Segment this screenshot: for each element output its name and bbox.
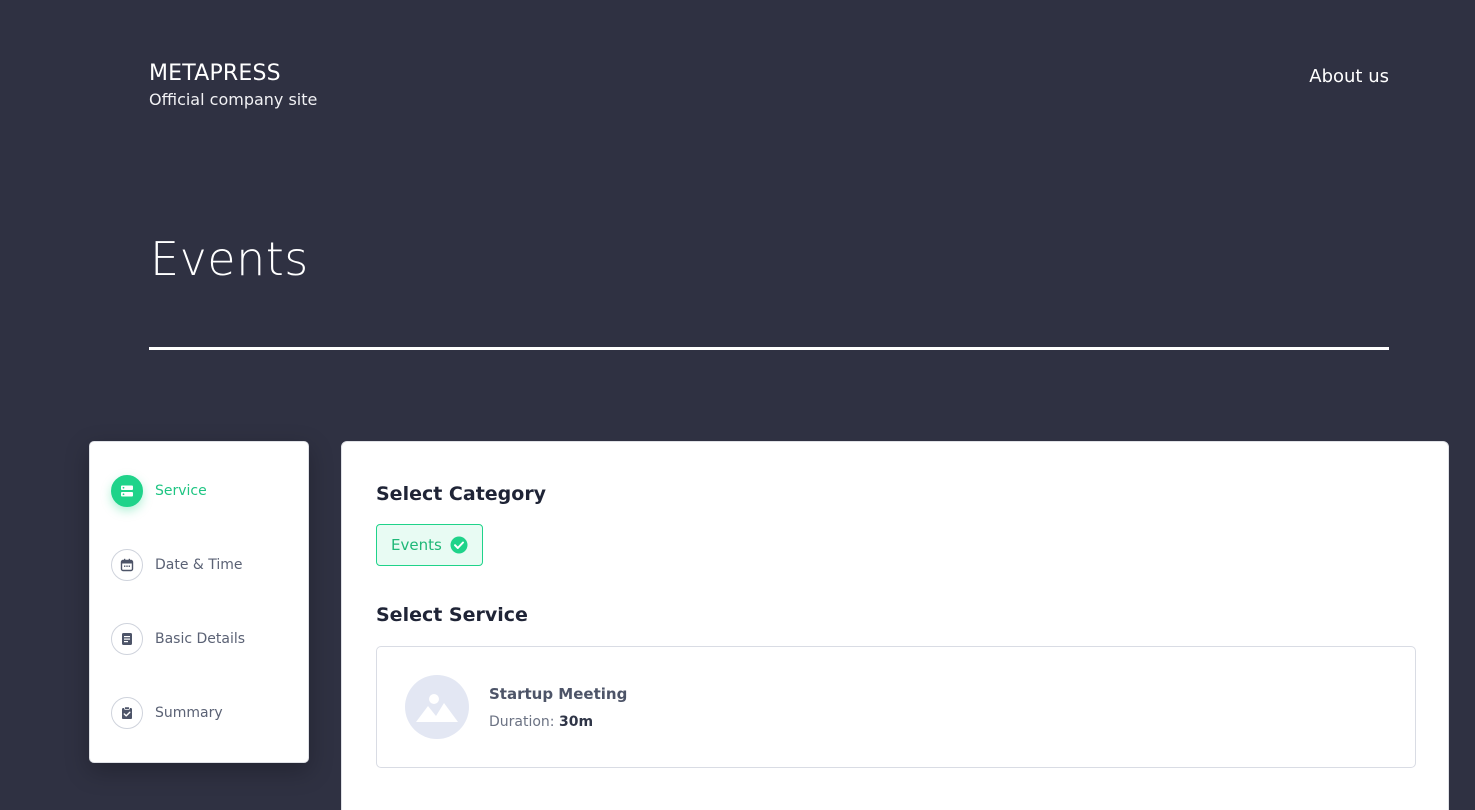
category-chip-label: Events	[391, 536, 442, 554]
step-basic-details[interactable]: Basic Details	[111, 623, 245, 655]
check-circle-icon	[450, 536, 468, 554]
calendar-icon	[111, 549, 143, 581]
service-card[interactable]: Startup Meeting Duration: 30m	[376, 646, 1416, 768]
server-icon	[111, 475, 143, 507]
clipboard-check-icon	[111, 697, 143, 729]
step-label: Basic Details	[155, 631, 246, 647]
step-summary[interactable]: Summary	[111, 697, 223, 729]
duration-label: Duration:	[489, 714, 555, 730]
title-divider	[149, 347, 1389, 350]
duration-value: 30m	[558, 714, 594, 730]
step-label: Date & Time	[155, 557, 243, 573]
image-placeholder-icon	[405, 675, 469, 739]
brand[interactable]: METAPRESS Official company site	[149, 60, 317, 111]
step-label: Summary	[155, 705, 223, 721]
category-chip-events[interactable]: Events	[376, 524, 483, 566]
service-duration: Duration: 30m	[489, 714, 593, 730]
document-icon	[111, 623, 143, 655]
step-service[interactable]: Service	[111, 475, 207, 507]
step-date-time[interactable]: Date & Time	[111, 549, 243, 581]
brand-name[interactable]: METAPRESS	[149, 60, 317, 88]
nav-about-link[interactable]: About us	[1309, 66, 1389, 87]
brand-tagline: Official company site	[149, 90, 318, 109]
step-label: Service	[155, 483, 207, 499]
page-title: Events	[150, 232, 309, 286]
service-name: Startup Meeting	[489, 685, 628, 703]
booking-panel: Select Category Events Select Service St…	[341, 441, 1449, 810]
category-heading: Select Category	[376, 483, 547, 505]
service-heading: Select Service	[376, 604, 528, 626]
steps-sidebar: Service Date & Time Basic Details Summar…	[89, 441, 309, 763]
